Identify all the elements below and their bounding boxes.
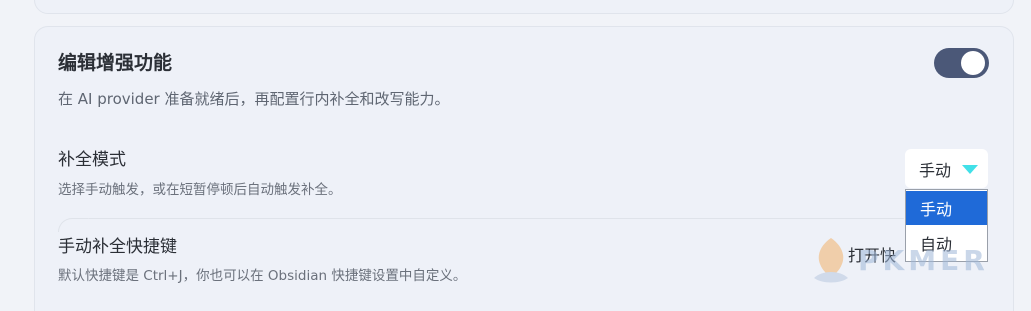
manual-shortcut-title: 手动补全快捷键 xyxy=(58,237,177,257)
manual-shortcut-description: 默认快捷键是 Ctrl+J，你也可以在 Obsidian 快捷键设置中自定义。 xyxy=(58,268,467,284)
row-divider xyxy=(58,218,88,232)
section-description: 在 AI provider 准备就绪后，再配置行内补全和改写能力。 xyxy=(58,90,450,108)
chevron-down-icon xyxy=(962,165,978,174)
completion-mode-selected-value: 手动 xyxy=(919,160,952,180)
row-divider-line xyxy=(88,218,904,219)
toggle-knob xyxy=(961,51,985,75)
previous-settings-card xyxy=(34,0,1014,14)
option-manual[interactable]: 手动 xyxy=(906,191,987,225)
editor-enhancement-toggle[interactable] xyxy=(934,48,989,78)
completion-mode-select[interactable]: 手动 xyxy=(905,149,988,188)
pkmer-logo-icon xyxy=(814,238,848,283)
watermark-text: PKMER xyxy=(858,244,989,277)
completion-mode-title: 补全模式 xyxy=(58,150,126,170)
pkmer-watermark: PKMER xyxy=(806,234,1006,290)
section-title: 编辑增强功能 xyxy=(58,52,173,74)
completion-mode-description: 选择手动触发，或在短暂停顿后自动触发补全。 xyxy=(58,182,342,198)
